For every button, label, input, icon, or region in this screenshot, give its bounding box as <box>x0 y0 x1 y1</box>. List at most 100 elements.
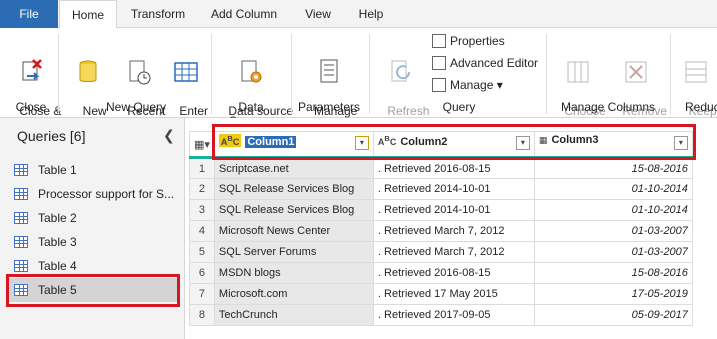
row-number: 3 <box>189 199 215 221</box>
group-parameters: Parameters <box>297 100 361 114</box>
collapse-chevron-icon[interactable]: ❮ <box>163 127 175 144</box>
cell-column1[interactable]: Scriptcase.net <box>213 157 374 179</box>
properties-button[interactable]: Properties <box>432 33 505 49</box>
cell-column1[interactable]: SQL Release Services Blog <box>213 199 374 221</box>
query-label: Table 3 <box>38 235 77 249</box>
cell-column3[interactable]: 01-10-2014 <box>533 199 693 221</box>
cell-column2[interactable]: . Retrieved 2017-09-05 <box>372 304 535 326</box>
query-label: Processor support for S... <box>38 187 175 201</box>
table-menu-icon: ▦▾ <box>194 138 210 151</box>
manage-icon <box>432 78 446 92</box>
table-row: 6 MSDN blogs. Retrieved 2016-08-15 15-08-2… <box>189 262 693 284</box>
cell-column2[interactable]: . Retrieved March 7, 2012 <box>372 241 535 263</box>
row-number: 1 <box>189 157 215 179</box>
highlight-box-selected-query <box>6 274 180 307</box>
cell-column2[interactable]: . Retrieved 2016-08-15 <box>372 157 535 179</box>
query-label: Table 2 <box>38 211 77 225</box>
properties-label: Properties <box>450 34 505 48</box>
keep-rows-icon <box>685 61 707 83</box>
row-number: 7 <box>189 283 215 305</box>
query-item-processor-support[interactable]: Processor support for S... <box>8 182 178 206</box>
cell-column3[interactable]: 15-08-2016 <box>533 157 693 179</box>
group-reduce-rows: Reduc <box>685 100 717 114</box>
ribbon-separator <box>291 34 292 114</box>
close-apply-icon <box>22 59 42 81</box>
query-label: Table 1 <box>38 163 77 177</box>
cell-column3[interactable]: 05-09-2017 <box>533 304 693 326</box>
queries-pane: Queries [6] ❮ Table 1 Processor support … <box>0 118 185 339</box>
table-icon <box>14 212 28 224</box>
cell-column1[interactable]: Microsoft News Center <box>213 220 374 242</box>
cell-column2[interactable]: . Retrieved 2014-10-01 <box>372 199 535 221</box>
data-source-gear-icon <box>241 60 262 83</box>
table-icon <box>14 188 28 200</box>
cell-column3[interactable]: 01-03-2007 <box>533 220 693 242</box>
table-row: 7 Microsoft.com. Retrieved 17 May 2015 17-… <box>189 283 693 305</box>
table-row: 3 SQL Release Services Blog. Retrieved 20… <box>189 199 693 221</box>
remove-columns-icon <box>625 61 647 83</box>
cell-column1[interactable]: MSDN blogs <box>213 262 374 284</box>
clock-document-icon <box>129 60 151 85</box>
tab-add-column[interactable]: Add Column <box>200 0 288 28</box>
properties-icon <box>432 34 446 48</box>
database-icon <box>79 60 97 82</box>
ribbon-separator <box>546 34 547 114</box>
table-icon <box>14 236 28 248</box>
advanced-editor-icon <box>432 56 446 70</box>
ribbon-separator <box>211 34 212 114</box>
cell-column3[interactable]: 01-10-2014 <box>533 178 693 200</box>
refresh-icon <box>391 60 411 82</box>
cell-column1[interactable]: SQL Release Services Blog <box>213 178 374 200</box>
ribbon-separator <box>58 34 59 114</box>
tab-file[interactable]: File <box>0 0 58 28</box>
ribbon-separator <box>369 34 370 114</box>
cell-column1[interactable]: SQL Server Forums <box>213 241 374 263</box>
cell-column3[interactable]: 15-08-2016 <box>533 262 693 284</box>
table-icon <box>14 164 28 176</box>
tab-help[interactable]: Help <box>348 0 394 28</box>
cell-column2[interactable]: . Retrieved 2014-10-01 <box>372 178 535 200</box>
query-item-table-2[interactable]: Table 2 <box>8 206 178 230</box>
cell-column1[interactable]: Microsoft.com <box>213 283 374 305</box>
row-number: 4 <box>189 220 215 242</box>
highlight-box-column-headers <box>212 124 696 160</box>
cell-column3[interactable]: 01-03-2007 <box>533 241 693 263</box>
row-number: 5 <box>189 241 215 263</box>
group-close: Close <box>15 100 47 114</box>
tab-home[interactable]: Home <box>59 0 117 29</box>
query-item-table-3[interactable]: Table 3 <box>8 230 178 254</box>
row-number: 6 <box>189 262 215 284</box>
data-grid: ▦▾ ABC Column1 ▾ ABC Column2 ▾ ▦ Column3 ▾ 1 Sc… <box>185 118 717 339</box>
queries-header: Queries [6] <box>17 128 86 144</box>
table-icon <box>174 62 198 82</box>
cell-column2[interactable]: . Retrieved 17 May 2015 <box>372 283 535 305</box>
table-menu-button[interactable]: ▦▾ <box>189 131 215 159</box>
ribbon-separator <box>670 34 671 114</box>
manage-label: Manage <box>450 78 494 92</box>
group-query: Query <box>442 100 476 114</box>
cell-column3[interactable]: 17-05-2019 <box>533 283 693 305</box>
advanced-editor-button[interactable]: Advanced Editor <box>432 55 538 71</box>
cell-column2[interactable]: . Retrieved March 7, 2012 <box>372 220 535 242</box>
menu-bar: File Home Transform Add Column View Help <box>0 0 717 29</box>
table-row: 5 SQL Server Forums. Retrieved March 7, 2… <box>189 241 693 263</box>
manage-dropdown[interactable]: Manage ▾ <box>432 77 503 93</box>
table-row: 2 SQL Release Services Blog. Retrieved 20… <box>189 178 693 200</box>
group-new-query: New Query <box>105 100 167 114</box>
table-row: 4 Microsoft News Center. Retrieved March … <box>189 220 693 242</box>
query-item-table-1[interactable]: Table 1 <box>8 158 178 182</box>
cell-column2[interactable]: . Retrieved 2016-08-15 <box>372 262 535 284</box>
table-row: 8 TechCrunch. Retrieved 2017-09-05 05-09-2… <box>189 304 693 326</box>
row-number: 2 <box>189 178 215 200</box>
tab-view[interactable]: View <box>295 0 341 28</box>
group-manage-columns: Manage Columns <box>560 100 656 114</box>
table-icon <box>14 260 28 272</box>
cell-column1[interactable]: TechCrunch <box>213 304 374 326</box>
table-row: 1 Scriptcase.net. Retrieved 2016-08-15 15-… <box>189 157 693 179</box>
preview-table: ▦▾ ABC Column1 ▾ ABC Column2 ▾ ▦ Column3 ▾ 1 Sc… <box>189 131 693 326</box>
advanced-editor-label: Advanced Editor <box>450 56 539 70</box>
choose-columns-icon <box>567 61 589 83</box>
tab-transform[interactable]: Transform <box>122 0 194 28</box>
ribbon: Close & Apply Close New Source Recent So… <box>0 28 717 131</box>
chevron-down-icon: ▾ <box>496 78 503 92</box>
